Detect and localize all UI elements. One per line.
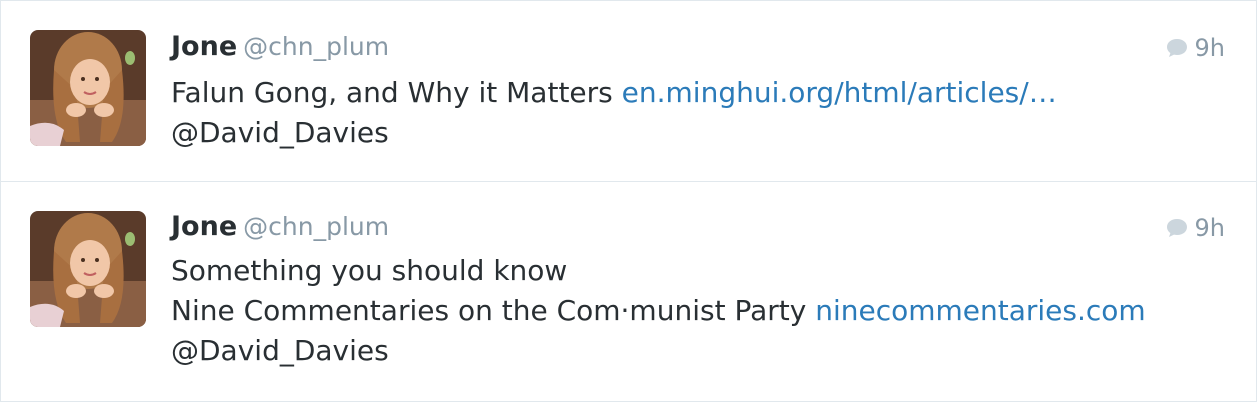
tweet-item[interactable]: Jone @chn_plum 9h Something you should kn…	[1, 182, 1256, 401]
user-display-name[interactable]: Jone	[171, 31, 237, 62]
tweet-text-line: Nine Commentaries on the Com·munist Part…	[171, 291, 1146, 331]
tweet-header: Jone @chn_plum	[171, 31, 389, 67]
tweet-text-line: Something you should know	[171, 251, 1146, 291]
tweet-link[interactable]: ninecommentaries.com	[815, 294, 1146, 327]
tweet-text-segment: Nine Commentaries on the Com·munist Part…	[171, 294, 816, 327]
tweet-text-line: @David_Davies	[171, 331, 1146, 371]
tweet-text-segment: Something you should know	[171, 254, 568, 287]
tweet-timestamp[interactable]: 9h	[1195, 214, 1225, 242]
tweet-item[interactable]: Jone @chn_plum 9h Falun Gong, and Why it …	[1, 1, 1256, 182]
tweet-timeline: Jone @chn_plum 9h Falun Gong, and Why it …	[0, 0, 1257, 402]
avatar-photo-icon	[30, 211, 146, 327]
mention-text: @David_Davies	[171, 116, 389, 149]
mention-text: @David_Davies	[171, 334, 389, 367]
tweet-text: Something you should know Nine Commentar…	[171, 251, 1146, 371]
tweet-text-line: Falun Gong, and Why it Matters en.minghu…	[171, 73, 1057, 113]
tweet-meta: 9h	[1166, 214, 1225, 244]
tweet-timestamp[interactable]: 9h	[1195, 34, 1225, 62]
avatar[interactable]	[30, 30, 146, 146]
user-handle[interactable]: @chn_plum	[243, 212, 389, 241]
tweet-meta: 9h	[1166, 34, 1225, 64]
user-display-name[interactable]: Jone	[171, 211, 237, 242]
reply-bubble-icon[interactable]	[1166, 36, 1188, 64]
tweet-text-line: @David_Davies	[171, 113, 1057, 153]
tweet-header: Jone @chn_plum	[171, 211, 389, 247]
user-handle[interactable]: @chn_plum	[243, 32, 389, 61]
tweet-text-segment: Falun Gong, and Why it Matters	[171, 76, 622, 109]
avatar-photo-icon	[30, 30, 146, 146]
tweet-link[interactable]: en.minghui.org/html/articles/…	[622, 76, 1057, 109]
avatar[interactable]	[30, 211, 146, 327]
tweet-text: Falun Gong, and Why it Matters en.minghu…	[171, 73, 1057, 153]
reply-bubble-icon[interactable]	[1166, 216, 1188, 244]
